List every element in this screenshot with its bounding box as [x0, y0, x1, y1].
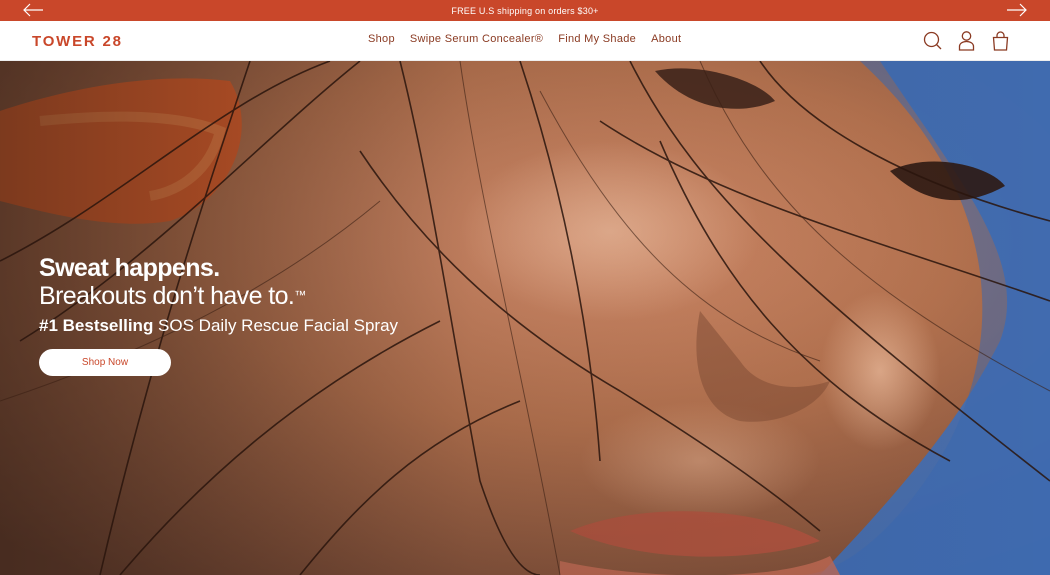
- account-icon[interactable]: [957, 30, 976, 51]
- main-nav: Shop Swipe Serum Concealer® Find My Shad…: [368, 33, 681, 45]
- announcement-bar: FREE U.S shipping on orders $30+: [0, 0, 1050, 21]
- nav-about[interactable]: About: [651, 33, 681, 45]
- header-icons: [923, 30, 1010, 51]
- hero-headline-bold: Sweat happens.: [39, 254, 220, 282]
- trademark-mark: ™: [294, 288, 306, 302]
- hero-sub-bold: #1 Bestselling: [39, 316, 154, 335]
- site-header: TOWER 28 Shop Swipe Serum Concealer® Fin…: [0, 21, 1050, 61]
- nav-swipe-serum-concealer[interactable]: Swipe Serum Concealer®: [410, 33, 543, 45]
- search-icon[interactable]: [923, 30, 942, 51]
- arrow-left-icon[interactable]: [22, 3, 44, 17]
- hero-headline-light: Breakouts don’t have to.™: [39, 282, 398, 310]
- arrow-right-icon[interactable]: [1006, 3, 1028, 17]
- announcement-text: FREE U.S shipping on orders $30+: [451, 5, 599, 16]
- brand-logo[interactable]: TOWER 28: [32, 32, 123, 50]
- cart-icon[interactable]: [991, 30, 1010, 51]
- hero-sub-text: SOS Daily Rescue Facial Spray: [153, 316, 399, 335]
- nav-find-my-shade[interactable]: Find My Shade: [558, 33, 636, 45]
- shop-now-button[interactable]: Shop Now: [39, 349, 171, 376]
- hero-subheadline: #1 Bestselling SOS Daily Rescue Facial S…: [39, 315, 398, 337]
- nav-shop[interactable]: Shop: [368, 33, 395, 45]
- hero-headline-light-text: Breakouts don’t have to.: [39, 282, 295, 310]
- hero-banner: Sweat happens. Breakouts don’t have to.™…: [0, 61, 1050, 575]
- hero-copy: Sweat happens. Breakouts don’t have to.™…: [39, 254, 398, 376]
